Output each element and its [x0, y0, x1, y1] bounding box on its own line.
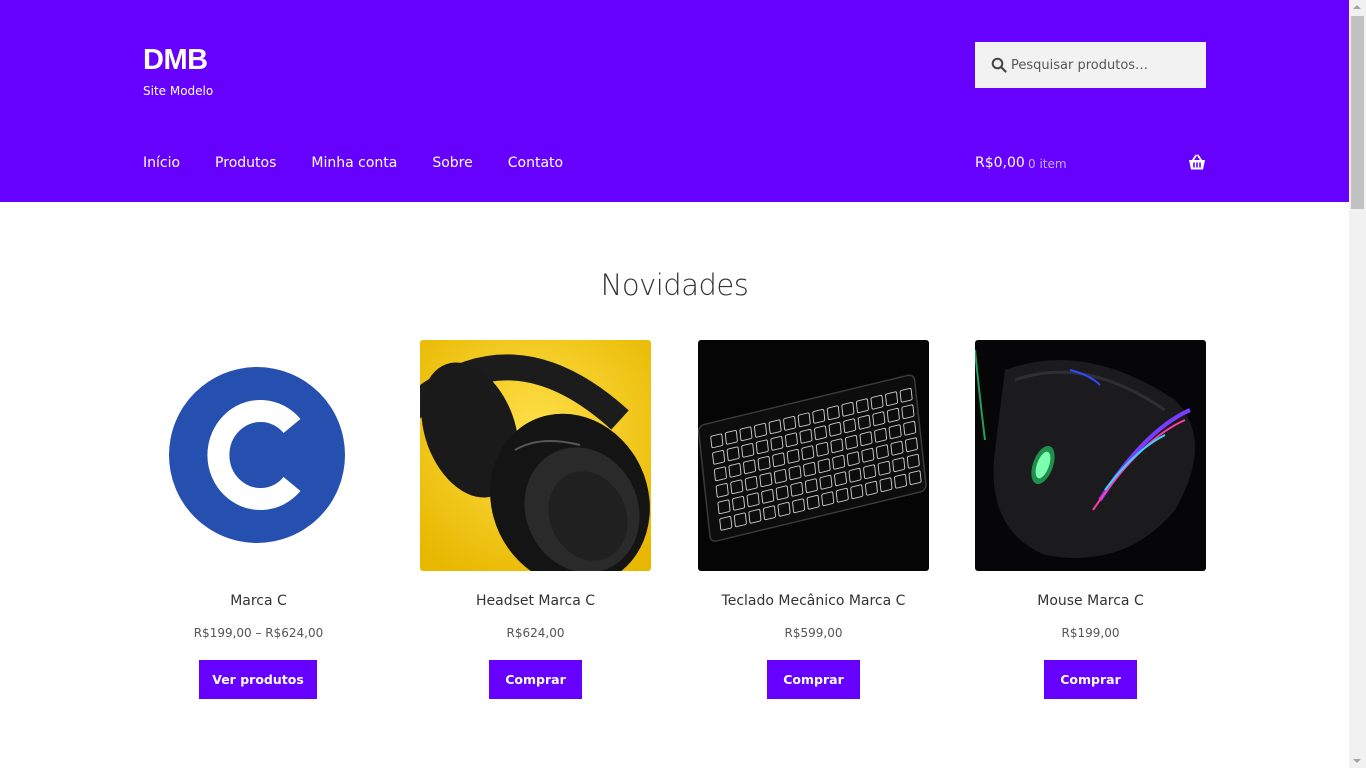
scroll-down-icon[interactable]	[1353, 759, 1361, 763]
nav-item-inicio[interactable]: Início	[143, 153, 180, 173]
scrollbar-thumb[interactable]	[1351, 16, 1364, 209]
product-image-brand-c[interactable]	[143, 340, 374, 571]
nav-item-minha-conta[interactable]: Minha conta	[311, 153, 397, 173]
scroll-up-icon[interactable]	[1353, 5, 1361, 9]
nav-item-produtos[interactable]: Produtos	[215, 153, 276, 173]
cart-link[interactable]: R$0,00 0 item	[975, 153, 1206, 173]
main-nav: Início Produtos Minha conta Sobre Contat…	[143, 153, 598, 173]
product-card: Headset Marca C R$624,00 Comprar	[420, 340, 651, 699]
keyboard-photo-icon	[698, 340, 929, 571]
product-price: R$599,00	[784, 626, 843, 640]
buy-button[interactable]: Comprar	[767, 660, 860, 699]
search-input[interactable]	[1011, 42, 1199, 88]
basket-icon[interactable]	[1188, 154, 1206, 171]
product-image-keyboard[interactable]	[698, 340, 929, 571]
site-header: DMB Site Modelo Início Produtos Minha co…	[0, 0, 1349, 202]
product-price: R$199,00 – R$624,00	[193, 626, 324, 640]
search-icon	[991, 57, 1007, 73]
product-name[interactable]: Mouse Marca C	[975, 593, 1206, 609]
product-card: Teclado Mecânico Marca C R$599,00 Compra…	[698, 340, 929, 699]
mouse-photo-icon	[975, 340, 1206, 571]
product-name[interactable]: Teclado Mecânico Marca C	[698, 593, 929, 609]
buy-button[interactable]: Comprar	[489, 660, 582, 699]
headset-photo-icon	[420, 340, 651, 571]
product-card: Mouse Marca C R$199,00 Comprar	[975, 340, 1206, 699]
product-card: Marca C R$199,00 – R$624,00 Ver produtos	[143, 340, 374, 699]
nav-item-contato[interactable]: Contato	[508, 153, 563, 173]
product-image-headset[interactable]	[420, 340, 651, 571]
product-name[interactable]: Headset Marca C	[420, 593, 651, 609]
brand-c-logo-icon	[143, 340, 374, 571]
product-price: R$199,00	[1061, 626, 1120, 640]
section-title: Novidades	[600, 268, 749, 302]
search-box[interactable]	[975, 42, 1206, 88]
view-products-button[interactable]: Ver produtos	[199, 660, 317, 699]
site-title[interactable]: DMB	[143, 44, 208, 77]
site-tagline: Site Modelo	[143, 84, 214, 98]
nav-item-sobre[interactable]: Sobre	[432, 153, 472, 173]
product-image-mouse[interactable]	[975, 340, 1206, 571]
scrollbar[interactable]	[1349, 0, 1366, 768]
buy-button[interactable]: Comprar	[1044, 660, 1137, 699]
page: DMB Site Modelo Início Produtos Minha co…	[0, 0, 1349, 768]
product-price: R$624,00	[506, 626, 565, 640]
product-name[interactable]: Marca C	[143, 593, 374, 609]
cart-count[interactable]: 0 item	[1028, 154, 1067, 174]
cart-total[interactable]: R$0,00	[975, 153, 1025, 173]
